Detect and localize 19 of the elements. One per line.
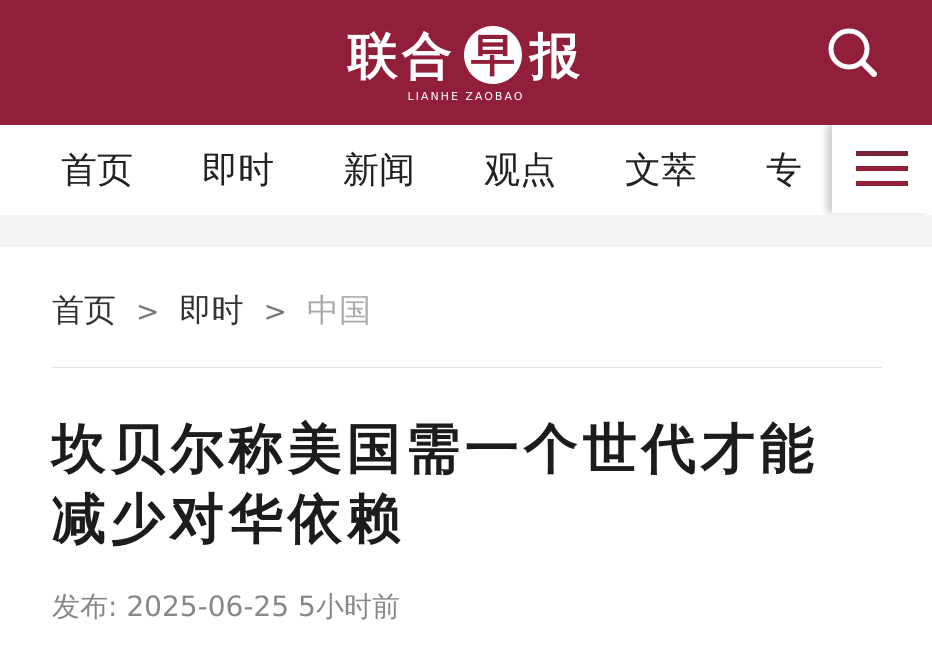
logo-text: 联合 (348, 28, 456, 82)
logo-emblem: 早 (464, 26, 522, 84)
nav-tab[interactable]: 即时 (202, 146, 274, 194)
nav-tab[interactable]: 观点 (484, 146, 556, 194)
breadcrumb-separator: > (136, 294, 160, 328)
article-title: 坎贝尔称美国需一个世代才能减少对华依赖 (52, 416, 820, 552)
menu-button[interactable] (832, 125, 932, 213)
breadcrumb-separator: > (263, 294, 287, 328)
menu-icon[interactable] (856, 151, 908, 187)
search-icon[interactable] (826, 26, 878, 78)
nav-tab[interactable]: 新闻 (343, 146, 415, 194)
logo-subtitle: LIANHE ZAOBAO (408, 90, 524, 103)
nav-tab[interactable]: 首页 (61, 146, 133, 194)
logo-text: 报 (530, 28, 584, 82)
nav-tab[interactable]: 文萃 (625, 146, 697, 194)
breadcrumb-link[interactable]: 即时 (179, 289, 244, 333)
breadcrumb-link[interactable]: 首页 (52, 289, 116, 333)
nav-tab[interactable]: 专 (766, 146, 802, 194)
publish-date: 发布: 2025-06-25 5小时前 (52, 589, 401, 625)
